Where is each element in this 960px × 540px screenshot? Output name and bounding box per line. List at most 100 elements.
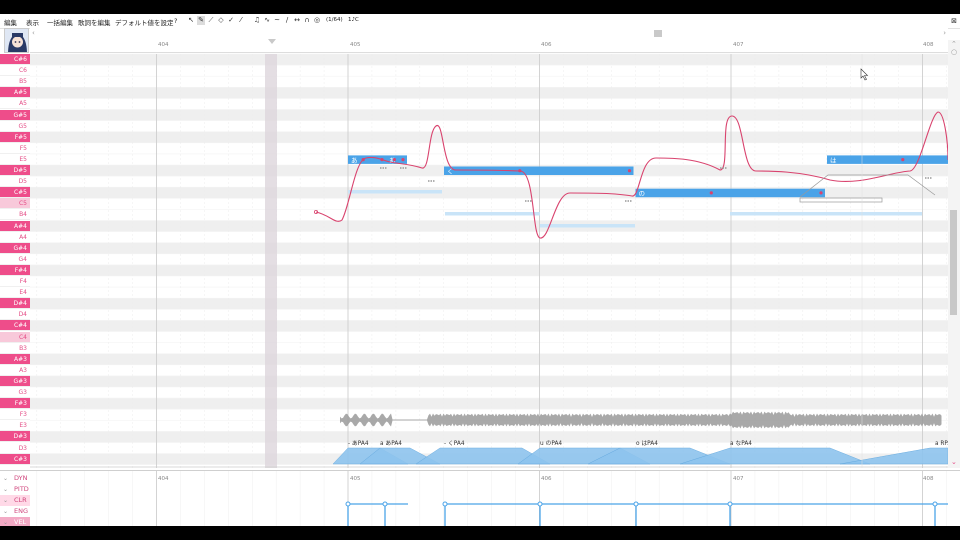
param-measure-label: 407 [733,476,744,482]
pitch-pencil-icon[interactable]: ✓ [227,16,235,25]
param-row-dyn[interactable]: ⌄ DYN [0,473,30,484]
menu-set-default[interactable]: デフォルト値を設定 [115,17,174,27]
chevron-down-icon[interactable]: ⌄ [3,484,8,495]
param-row-clr[interactable]: ⌄ CLR [0,495,30,506]
panel-toggle-icon[interactable]: ⊠ [951,17,957,25]
chevron-down-icon[interactable]: ⌄ [3,473,8,484]
param-measure-label: 408 [923,476,934,482]
bend-icon[interactable]: ∩ [303,16,311,25]
piano-keyboard[interactable]: C#6 C6 B5 A#5 A5 G#5 G5 F#5 F5 E5 D#5 D5 C#5 C5 B4 A#4 A… [0,54,30,468]
vibrato-icon[interactable]: ∿ [263,16,271,25]
piano-key-e3[interactable]: E3 [0,420,30,432]
line-icon[interactable]: ⟋ [207,16,215,25]
piano-key-f4[interactable]: F4 [0,276,30,287]
horizontal-scroll-thumb[interactable] [654,30,662,37]
param-label: VEL [14,518,27,526]
grid-row [30,431,948,443]
piano-key-dsharp4[interactable]: D#4 [0,298,30,310]
piano-roll-editor[interactable]: ああくのはな- あPA4a あPA4- くPA4u のPA4o はPA4a なP… [30,40,948,468]
crossfade-icon[interactable]: ↔ [293,16,301,25]
slash-icon[interactable]: / [283,16,291,25]
menu-view[interactable]: 表示 [26,17,39,27]
param-measure-label: 405 [350,476,361,482]
pitch-control-point [819,191,823,195]
piano-key-a4[interactable]: A4 [0,231,30,243]
grid-row [30,120,948,132]
param-row-pitd[interactable]: ⌄ PITD [0,484,30,495]
piano-key-c4[interactable]: C4 [0,331,30,343]
piano-key-asharp5[interactable]: A#5 [0,87,30,99]
pointer-icon[interactable]: ↖ [187,16,195,25]
piano-key-csharp3[interactable]: C#3 [0,453,30,465]
snap-readout[interactable]: 1♪C [348,17,359,23]
piano-key-c5[interactable]: C5 [0,198,30,210]
phoneme-label: a RPA [935,441,948,447]
piano-key-b4[interactable]: B4 [0,209,30,221]
piano-key-c6[interactable]: C6 [0,65,30,77]
menu-batch-edit[interactable]: 一括編集 [47,17,73,27]
scroll-right-icon[interactable]: › [943,29,946,37]
piano-key-fsharp5[interactable]: F#5 [0,131,30,143]
piano-key-csharp5[interactable]: C#5 [0,187,30,199]
eraser-icon[interactable]: ◇ [217,16,225,25]
horizontal-scrollbar[interactable]: ‹ › [30,28,948,38]
grid-row [30,231,948,243]
avatar[interactable] [4,28,29,53]
position-readout: (1/64) [326,17,343,23]
grid-row [30,331,948,343]
piano-key-asharp3[interactable]: A#3 [0,353,30,365]
grid-row [30,353,948,365]
scroll-left-icon[interactable]: ‹ [32,29,35,37]
piano-key-g4[interactable]: G4 [0,253,30,265]
portamento-icon[interactable]: ~ [273,16,281,25]
grid-row [30,276,948,288]
grid-row [30,65,948,77]
grid-row [30,54,948,66]
piano-key-d5[interactable]: D5 [0,176,30,188]
piano-key-csharp4[interactable]: C#4 [0,320,30,332]
menu-edit-lyrics[interactable]: 歌詞を編集 [78,17,111,27]
grid-row [30,320,948,332]
grid-row [30,153,948,165]
pencil-icon[interactable]: ✎ [197,16,205,25]
zoom-icon[interactable]: ○ [951,48,957,56]
piano-key-d4[interactable]: D4 [0,309,30,321]
piano-key-csharp6[interactable]: C#6 [0,54,30,65]
vertical-scrollbar[interactable]: ⌃ ○ ⌄ [948,40,960,468]
piano-key-a3[interactable]: A3 [0,364,30,376]
piano-key-g3[interactable]: G3 [0,387,30,398]
param-row-vel[interactable]: ⌄ VEL [0,517,30,526]
scroll-down-icon[interactable]: ⌄ [951,458,957,466]
piano-key-b3[interactable]: B3 [0,342,30,354]
piano-key-b5[interactable]: B5 [0,76,30,88]
scroll-up-icon[interactable]: ⌃ [951,40,957,48]
piano-key-e5[interactable]: E5 [0,153,30,165]
piano-key-dsharp5[interactable]: D#5 [0,165,30,176]
vertical-scroll-thumb[interactable] [950,210,957,315]
piano-key-e4[interactable]: E4 [0,287,30,299]
help-button[interactable]: ? [174,17,177,25]
piano-key-d3[interactable]: D3 [0,442,30,454]
note-icon[interactable]: ♫ [253,16,261,25]
chevron-down-icon[interactable]: ⌄ [3,506,8,517]
piano-key-f5[interactable]: F5 [0,142,30,154]
piano-key-gsharp5[interactable]: G#5 [0,109,30,121]
piano-key-a5[interactable]: A5 [0,98,30,110]
phoneme-label: a あPA4 [380,440,402,447]
note-lyric: は [830,156,837,164]
chevron-down-icon[interactable]: ⌄ [3,517,8,526]
menu-edit[interactable]: 編集 [4,17,17,27]
piano-key-fsharp4[interactable]: F#4 [0,264,30,276]
piano-key-f3[interactable]: F3 [0,409,30,421]
piano-key-gsharp3[interactable]: G#3 [0,375,30,387]
piano-key-asharp4[interactable]: A#4 [0,220,30,232]
piano-key-gsharp4[interactable]: G#4 [0,242,30,254]
piano-key-dsharp3[interactable]: D#3 [0,431,30,443]
piano-key-fsharp3[interactable]: F#3 [0,398,30,410]
lock-icon[interactable]: ◎ [313,16,321,25]
piano-key-g5[interactable]: G5 [0,120,30,132]
chevron-down-icon[interactable]: ⌄ [3,495,8,506]
brush-icon[interactable]: ⁄ [237,16,245,25]
parameter-lane[interactable]: 404 405 406 407 408 [30,471,948,526]
param-row-eng[interactable]: ⌄ ENG [0,506,30,517]
